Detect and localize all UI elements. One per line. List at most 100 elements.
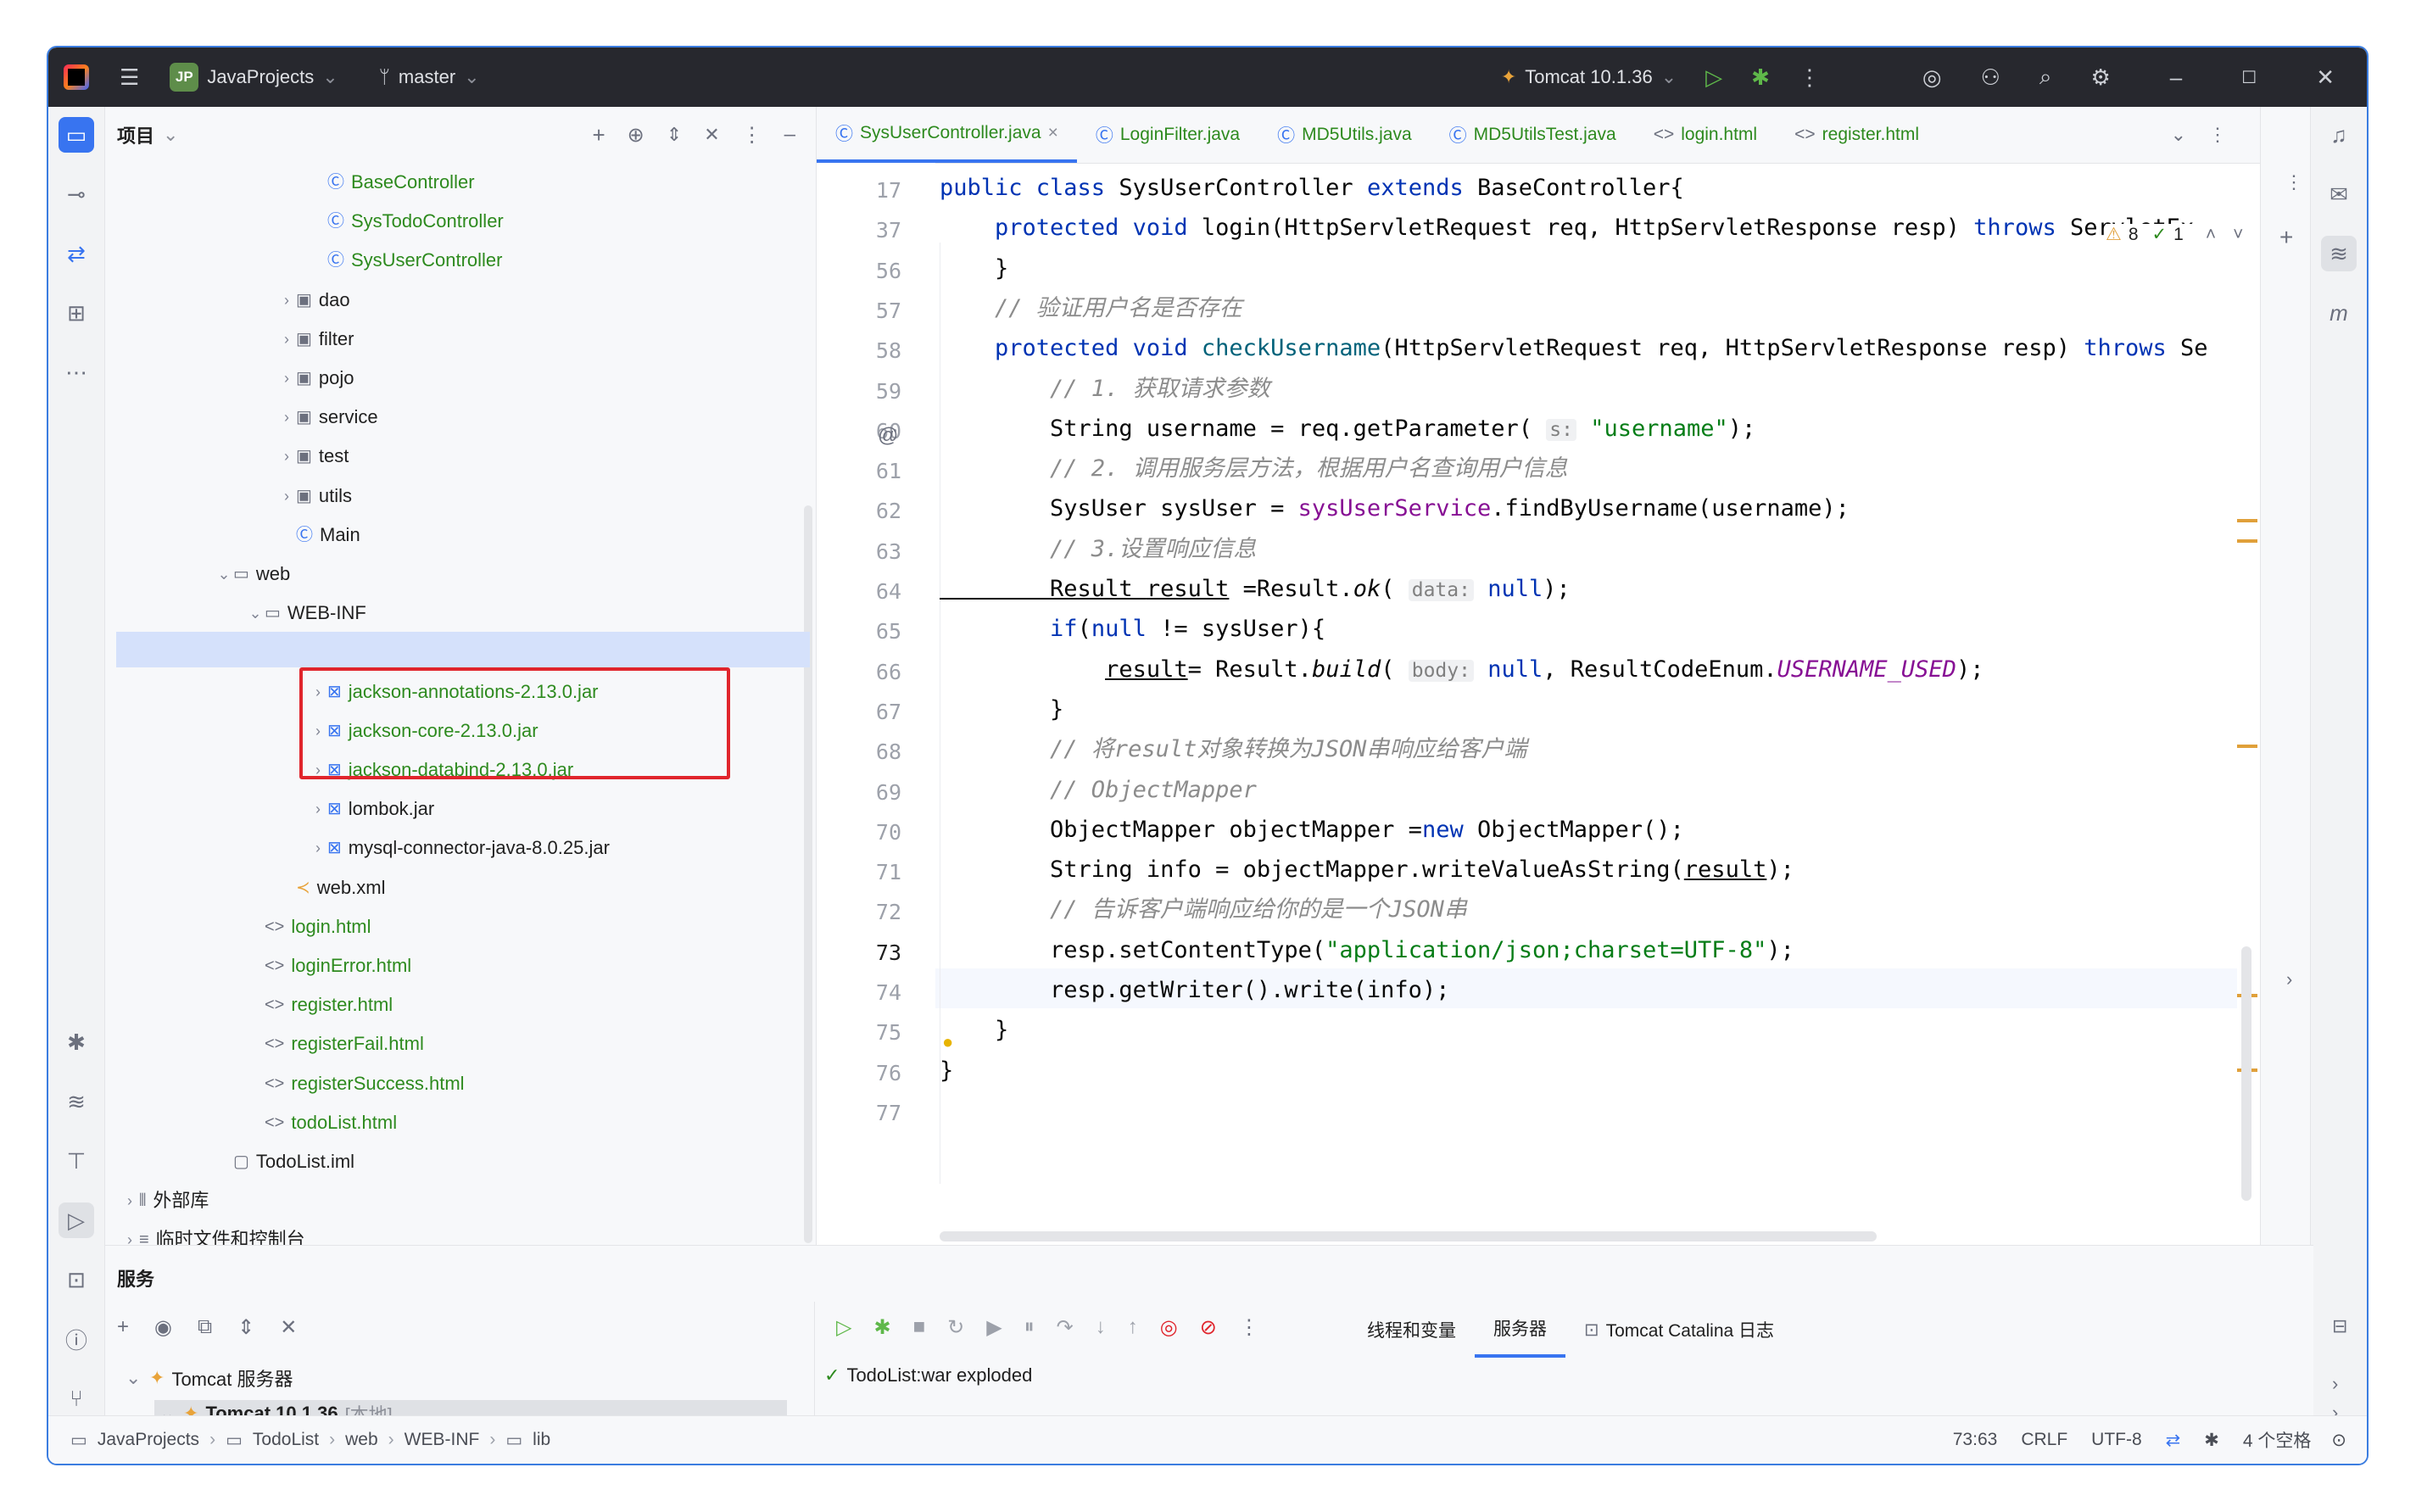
breadcrumb-item[interactable]: JavaProjects — [98, 1430, 199, 1450]
line-separator[interactable]: CRLF — [2021, 1430, 2067, 1450]
breadcrumb-item[interactable]: lib — [533, 1430, 550, 1450]
tree-item[interactable]: Ⓒ SysUserController — [309, 243, 503, 278]
ai-chat-icon[interactable]: ✉ — [2321, 176, 2357, 212]
search-icon[interactable]: ⌕ — [2039, 64, 2052, 91]
step-into-icon[interactable]: ↓ — [1096, 1315, 1106, 1340]
expand-all-icon[interactable]: ⇕ — [237, 1315, 254, 1340]
editor-tab[interactable]: Ⓒ MD5UtilsTest.java — [1431, 107, 1635, 163]
more-tools-icon[interactable]: ⋯ — [59, 354, 94, 390]
chevron-right-icon[interactable]: › — [277, 321, 296, 357]
chevron-right-icon[interactable]: › — [277, 399, 296, 435]
chevron-right-icon[interactable]: › — [309, 791, 327, 827]
terminal-icon[interactable]: ⊡ — [59, 1262, 94, 1297]
close-tab-icon[interactable]: × — [1048, 123, 1058, 143]
main-menu-icon[interactable]: ☰ — [120, 64, 139, 91]
deployment-row[interactable]: ✓ TodoList:war exploded — [824, 1364, 1032, 1386]
pause-icon[interactable]: ⏸ — [1024, 1315, 1035, 1340]
database-icon[interactable]: ≋ — [59, 1084, 94, 1119]
tree-item[interactable]: ⌄ ▭ web — [215, 556, 290, 592]
resume-icon[interactable]: ▶ — [986, 1315, 1002, 1340]
problems-icon[interactable]: ⓘ — [59, 1321, 94, 1357]
run-icon[interactable]: ▷ — [1705, 64, 1722, 91]
more-icon[interactable]: ⋮ — [1239, 1315, 1259, 1340]
tree-item[interactable]: ≺ web.xml — [277, 870, 385, 906]
project-scrollbar[interactable] — [804, 505, 812, 1243]
ai-assistant-icon[interactable]: ◎ — [1922, 64, 1942, 91]
editor-tab[interactable]: Ⓒ MD5Utils.java — [1258, 107, 1431, 163]
tab-options-icon[interactable]: ⋮ — [2208, 124, 2227, 146]
tree-item[interactable]: <> register.html — [246, 987, 393, 1023]
chevron-down-icon[interactable]: ⌄ — [246, 595, 265, 631]
services-icon[interactable]: ▷ — [59, 1202, 94, 1238]
indent-setting[interactable]: 4 个空格 — [2243, 1427, 2312, 1453]
breadcrumb-item[interactable]: web — [345, 1430, 378, 1450]
tree-item[interactable]: › ▣ test — [277, 438, 349, 474]
new-tab-icon[interactable]: ⧉ — [198, 1315, 212, 1340]
chevron-down-icon[interactable]: ⌄ — [126, 1367, 142, 1389]
tree-item[interactable]: › ▣ utils — [277, 478, 352, 514]
chevron-right-icon[interactable]: › — [277, 438, 296, 474]
collapse-all-icon[interactable]: ✕ — [280, 1315, 297, 1340]
notifications-icon[interactable]: ♫ — [2321, 117, 2357, 153]
tree-item[interactable]: Ⓒ BaseController — [309, 165, 475, 200]
tree-item[interactable]: <> loginError.html — [246, 948, 411, 984]
chevron-down-icon[interactable]: ˅ — [2233, 225, 2243, 245]
services-tab[interactable]: 服务器 — [1475, 1302, 1565, 1358]
commit-icon[interactable]: ⊸ — [59, 176, 94, 212]
tree-item[interactable]: › ⊠ lombok.jar — [309, 791, 434, 827]
project-folder-icon[interactable]: ▭ — [59, 117, 94, 153]
code-area[interactable]: public class SysUserController extends B… — [940, 163, 2237, 1245]
more-actions-icon[interactable]: ⋮ — [1799, 64, 1821, 91]
hide-panel-icon[interactable]: – — [784, 123, 795, 147]
services-tab[interactable]: ⊡ Tomcat Catalina 日志 — [1565, 1302, 1793, 1358]
chevron-up-icon[interactable]: ˄ — [2206, 225, 2216, 245]
step-out-icon[interactable]: ↑ — [1128, 1315, 1138, 1340]
expand-all-icon[interactable]: ⇕ — [667, 124, 682, 146]
add-user-icon[interactable]: ⚇ — [1981, 64, 2000, 91]
warning-marker[interactable] — [2237, 745, 2257, 748]
services-tab[interactable]: 线程和变量 — [1348, 1302, 1475, 1358]
locate-icon[interactable]: ⊕ — [628, 123, 644, 148]
eye-icon[interactable]: ◉ — [154, 1315, 172, 1340]
inspection-widget[interactable]: ⚠ 8 ✓ 1 ˄ ˅ — [2106, 224, 2244, 245]
chevron-down-icon[interactable]: ⌄ — [215, 556, 233, 592]
gear-icon[interactable]: ⚙ — [2090, 64, 2110, 91]
vertical-scrollbar[interactable] — [2241, 946, 2251, 1201]
run-icon[interactable]: ▷ — [836, 1315, 851, 1340]
file-encoding[interactable]: UTF-8 — [2091, 1430, 2142, 1450]
close-icon[interactable]: ✕ — [2316, 64, 2335, 91]
branch-switcher[interactable]: ᛘ master ⌄ — [379, 66, 480, 88]
editor-tab[interactable]: <> login.html — [1635, 107, 1776, 163]
warning-marker[interactable] — [2237, 539, 2257, 543]
chevron-right-icon[interactable]: › — [120, 1183, 139, 1219]
tree-item[interactable]: <> todoList.html — [246, 1105, 397, 1141]
tree-item[interactable]: <> registerSuccess.html — [246, 1066, 465, 1102]
editor-tab[interactable]: <> register.html — [1776, 107, 1938, 163]
chevron-right-icon[interactable]: › — [277, 360, 296, 396]
chevron-down-icon[interactable]: ⌄ — [163, 124, 178, 146]
service-tree-item[interactable]: ⌄ ✦ Tomcat 服务器 — [126, 1364, 293, 1392]
maven-icon[interactable]: m — [2321, 295, 2357, 331]
debug-icon[interactable]: ✱ — [873, 1315, 890, 1340]
project-panel-title[interactable]: 项目 — [117, 121, 154, 148]
options-icon[interactable]: ⋮ — [742, 123, 762, 148]
pull-requests-icon[interactable]: ⇄ — [2166, 1430, 2181, 1451]
tree-item[interactable]: ⌄ ▭ WEB-INF — [246, 595, 365, 631]
minimize-icon[interactable]: – — [2170, 64, 2182, 91]
collapse-all-icon[interactable]: ✕ — [704, 124, 719, 146]
rerun-icon[interactable]: ↻ — [947, 1315, 964, 1340]
add-icon[interactable]: + — [2279, 224, 2293, 251]
horizontal-scrollbar[interactable] — [940, 1231, 1877, 1241]
tab-list-chevron-icon[interactable]: ⌄ — [2171, 124, 2186, 146]
tree-item[interactable]: <> login.html — [246, 909, 371, 945]
editor-tab[interactable]: Ⓒ SysUserController.java × — [817, 107, 1077, 163]
options-icon[interactable]: ⋮ — [2285, 171, 2303, 193]
maximize-icon[interactable]: ☐ — [2241, 67, 2257, 88]
tree-item[interactable]: Ⓒ Main — [277, 517, 360, 553]
chevron-right-icon[interactable]: › — [277, 478, 296, 514]
chevron-right-icon[interactable]: › — [309, 830, 327, 866]
chevron-right-icon[interactable]: › — [2332, 1373, 2338, 1395]
breakpoints-icon[interactable]: ◎ — [1160, 1315, 1178, 1340]
stop-icon[interactable]: ■ — [913, 1315, 926, 1340]
tree-item[interactable]: › ▣ filter — [277, 321, 354, 357]
